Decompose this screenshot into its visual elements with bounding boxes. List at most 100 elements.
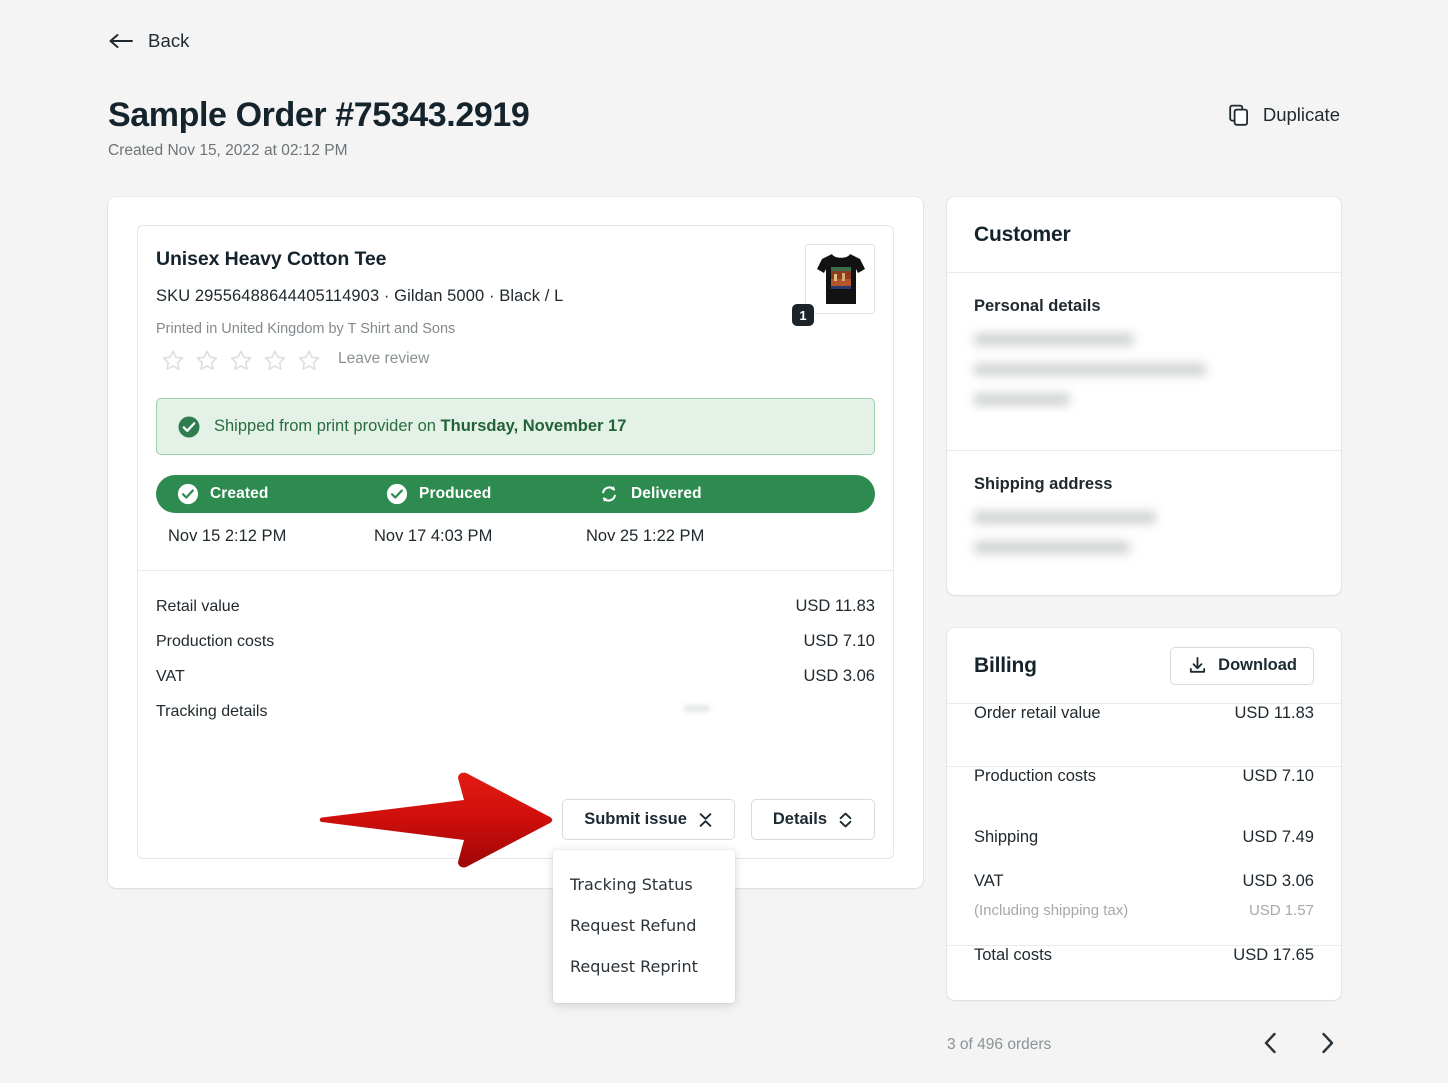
redacted-text-line bbox=[974, 511, 1156, 524]
star-icon[interactable] bbox=[292, 346, 326, 372]
cost-value: USD 7.10 bbox=[803, 632, 875, 650]
progress-timestamps: Nov 15 2:12 PM Nov 17 4:03 PM Nov 25 1:2… bbox=[156, 527, 875, 546]
created-timestamp: Created Nov 15, 2022 at 02:12 PM bbox=[108, 142, 348, 159]
stage-time: Nov 25 1:22 PM bbox=[586, 527, 705, 545]
annotation-arrow-icon bbox=[319, 772, 553, 868]
check-circle-icon bbox=[177, 483, 199, 505]
billing-row-production-costs: Production costs USD 7.10 bbox=[947, 766, 1341, 828]
billing-label: Shipping bbox=[974, 828, 1039, 846]
cost-label: Tracking details bbox=[156, 702, 268, 720]
download-label: Download bbox=[1218, 656, 1297, 674]
vat-note-value: USD 1.57 bbox=[1248, 902, 1314, 919]
back-label: Back bbox=[148, 30, 190, 51]
tshirt-image bbox=[817, 254, 865, 304]
redacted-text-line bbox=[974, 363, 1206, 376]
star-icon[interactable] bbox=[156, 346, 190, 372]
item-body: Unisex Heavy Cotton Tee SKU 295564886444… bbox=[138, 226, 893, 372]
orders-count-label: 3 of 496 orders bbox=[947, 1036, 1052, 1053]
print-provider-note: Printed in United Kingdom by T Shirt and… bbox=[156, 321, 456, 337]
billing-card: Billing Download Order retail value USD … bbox=[947, 628, 1341, 1000]
product-sku: SKU 29556488644405114903 · Gildan 5000 ·… bbox=[156, 287, 564, 305]
order-item-card: Unisex Heavy Cotton Tee SKU 295564886444… bbox=[137, 225, 894, 859]
customer-card-title: Customer bbox=[974, 222, 1071, 246]
duplicate-button[interactable]: Duplicate bbox=[1227, 103, 1340, 127]
vat-note-label: (Including shipping tax) bbox=[974, 902, 1129, 919]
download-icon bbox=[1190, 656, 1206, 673]
shipped-banner-text: Shipped from print provider on Thursday,… bbox=[214, 417, 626, 436]
customer-card-header: Customer bbox=[947, 197, 1341, 273]
redacted-text-line bbox=[974, 333, 1134, 346]
duplicate-icon bbox=[1229, 104, 1248, 126]
stage-time: Nov 17 4:03 PM bbox=[374, 527, 493, 545]
chevron-expand-icon bbox=[839, 812, 852, 827]
shipped-prefix: Shipped from print provider on bbox=[214, 417, 441, 435]
shipping-address-section: Shipping address bbox=[947, 450, 1341, 554]
billing-label: Total costs bbox=[974, 946, 1052, 964]
menu-item-request-reprint[interactable]: Request Reprint bbox=[553, 946, 735, 987]
product-thumbnail-wrap: 1 bbox=[792, 244, 875, 326]
page-title: Sample Order #75343.2919 bbox=[108, 96, 530, 134]
billing-value: USD 11.83 bbox=[1234, 704, 1315, 722]
cost-value: USD 3.06 bbox=[803, 667, 875, 685]
sync-icon bbox=[602, 486, 616, 502]
order-detail-page: Back Sample Order #75343.2919 Created No… bbox=[0, 0, 1448, 1083]
submit-issue-button[interactable]: Submit issue bbox=[562, 799, 735, 840]
billing-label: Order retail value bbox=[974, 704, 1101, 722]
submit-issue-dropdown-menu: Tracking Status Request Refund Request R… bbox=[553, 850, 735, 1003]
details-label: Details bbox=[772, 810, 827, 828]
billing-row-shipping: Shipping USD 7.49 bbox=[947, 828, 1341, 872]
order-progress-bar: Created Produced Delivered bbox=[156, 475, 875, 513]
billing-row-order-retail-value: Order retail value USD 11.83 bbox=[947, 704, 1341, 766]
progress-stage-label: Delivered bbox=[631, 485, 702, 502]
arrow-left-icon bbox=[109, 34, 133, 48]
cost-value: USD 11.83 bbox=[795, 597, 876, 615]
product-title: Unisex Heavy Cotton Tee bbox=[156, 248, 387, 270]
back-button[interactable]: Back bbox=[108, 30, 190, 52]
quantity-badge: 1 bbox=[792, 304, 814, 326]
billing-value: USD 3.06 bbox=[1242, 872, 1314, 890]
personal-details-section: Personal details bbox=[947, 273, 1341, 406]
cost-row: Production costs USD 7.10 bbox=[156, 624, 875, 659]
star-icon[interactable] bbox=[224, 346, 258, 372]
billing-value: USD 7.10 bbox=[1242, 767, 1314, 785]
next-order-button[interactable] bbox=[1314, 1030, 1340, 1056]
tracking-details-row: Tracking details bbox=[156, 694, 875, 729]
billing-value: USD 17.65 bbox=[1233, 946, 1314, 964]
billing-card-title: Billing bbox=[974, 653, 1037, 677]
check-circle-icon bbox=[178, 416, 200, 437]
check-circle-icon bbox=[386, 483, 408, 505]
cost-row: VAT USD 3.06 bbox=[156, 659, 875, 694]
chevron-collapse-icon bbox=[699, 812, 712, 827]
personal-details-label: Personal details bbox=[974, 297, 1101, 315]
product-thumbnail[interactable] bbox=[805, 244, 875, 314]
progress-stage-label: Produced bbox=[419, 485, 492, 502]
previous-order-button[interactable] bbox=[1258, 1030, 1284, 1056]
details-button[interactable]: Details bbox=[750, 799, 875, 840]
progress-stage-label: Created bbox=[210, 485, 269, 502]
cost-label: VAT bbox=[156, 667, 185, 685]
redacted-tracking-value bbox=[684, 706, 710, 711]
billing-row-total-costs: Total costs USD 17.65 bbox=[947, 945, 1341, 1007]
progress-stage-delivered: Delivered bbox=[598, 483, 818, 505]
shipped-banner: Shipped from print provider on Thursday,… bbox=[156, 398, 875, 455]
redacted-text-line bbox=[974, 393, 1070, 406]
billing-label: Production costs bbox=[974, 767, 1096, 785]
star-icon[interactable] bbox=[190, 346, 224, 372]
progress-stage-produced: Produced bbox=[386, 483, 598, 505]
download-invoice-button[interactable]: Download bbox=[1170, 646, 1314, 685]
menu-item-request-refund[interactable]: Request Refund bbox=[553, 905, 735, 946]
redacted-text-line bbox=[974, 541, 1130, 554]
billing-value: USD 7.49 bbox=[1242, 828, 1314, 846]
cost-label: Production costs bbox=[156, 632, 275, 650]
pagination-controls bbox=[1258, 1030, 1340, 1056]
progress-stage-created: Created bbox=[156, 483, 386, 505]
vat-note-row: (Including shipping tax) USD 1.57 bbox=[947, 902, 1341, 919]
menu-item-tracking-status[interactable]: Tracking Status bbox=[553, 864, 735, 905]
billing-label: VAT bbox=[974, 872, 1004, 890]
leave-review-link[interactable]: Leave review bbox=[338, 350, 429, 368]
billing-card-header: Billing Download bbox=[947, 628, 1341, 704]
cost-row: Retail value USD 11.83 bbox=[156, 589, 875, 624]
star-icon[interactable] bbox=[258, 346, 292, 372]
rating-row[interactable]: Leave review bbox=[156, 346, 875, 372]
shipped-date: Thursday, November 17 bbox=[440, 417, 627, 435]
